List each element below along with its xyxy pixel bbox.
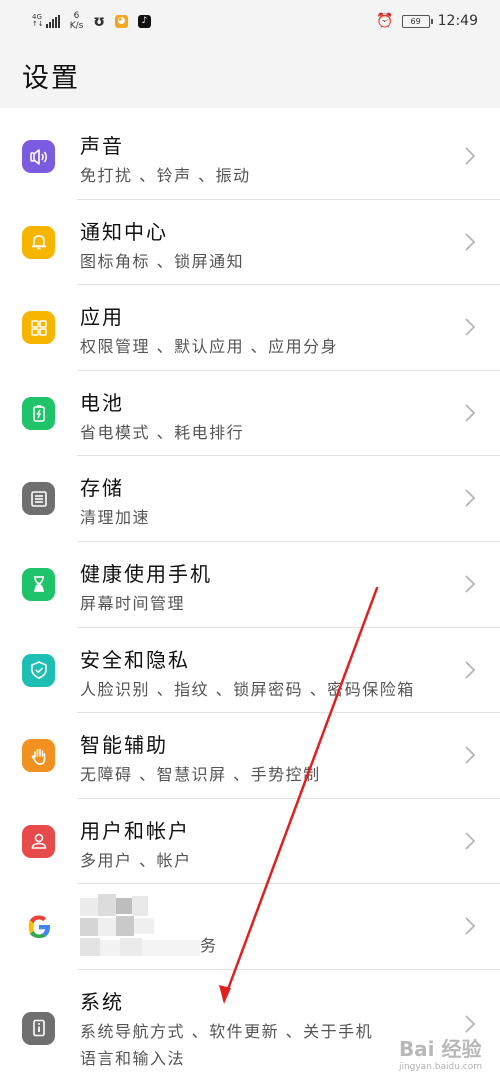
chevron-right-icon: [465, 660, 476, 679]
settings-item-subtitle: 系统导航方式 、软件更新 、关于手机: [80, 1021, 374, 1041]
chevron-right-icon: [465, 147, 476, 165]
chevron-right-icon: [465, 575, 476, 593]
settings-item-title: 安全和隐私: [80, 647, 190, 672]
clock: 12:49: [437, 13, 478, 29]
alarm-icon: ⏰: [376, 13, 394, 29]
baidu-watermark: Bai 经验 jingyan.baidu.com: [398, 1037, 482, 1072]
apps-grid-icon: [22, 311, 55, 345]
chevron-right-icon: [465, 917, 476, 935]
settings-item-title: 通知中心: [80, 219, 168, 244]
battery-icon: [22, 396, 55, 430]
chevron-right-icon: [465, 746, 476, 764]
settings-item-battery[interactable]: 电池 省电模式 、耗电排行: [0, 371, 500, 457]
hourglass-icon: [22, 567, 55, 601]
settings-item-subtitle: 多用户 、帐户: [80, 850, 192, 870]
settings-item-title: 电池: [80, 390, 124, 415]
settings-item-subtitle: 省电模式 、耗电排行: [80, 422, 245, 442]
settings-item-title: 应用: [80, 305, 124, 330]
settings-item-title: 健康使用手机: [80, 561, 212, 586]
settings-item-subtitle-line2: 语言和输入法: [80, 1048, 186, 1068]
settings-item-title: 用户和帐户: [80, 818, 190, 843]
settings-item-subtitle: 清理加速: [80, 508, 151, 528]
signal-icon: 4G ↑↓: [32, 14, 60, 28]
settings-item-subtitle: 屏幕时间管理: [80, 593, 186, 613]
settings-item-subtitle: 免打扰 、铃声 、振动: [80, 166, 251, 185]
chevron-right-icon: [465, 318, 476, 336]
page-header: 设置: [0, 42, 500, 108]
network-speed: 6 K/s: [69, 11, 84, 31]
chevron-right-icon: [465, 232, 476, 251]
app-notification-icon: ◕: [114, 14, 128, 28]
battery-indicator: 69: [401, 14, 433, 28]
settings-item-title: 系统: [80, 989, 124, 1014]
settings-item-digital-balance[interactable]: 健康使用手机 屏幕时间管理: [0, 542, 500, 628]
user-icon: [22, 824, 55, 858]
settings-item-subtitle: 人脸识别 、指纹 、锁屏密码 、密码保险箱: [80, 679, 415, 699]
settings-item-storage[interactable]: 存储 清理加速: [0, 456, 500, 542]
settings-item-subtitle: 无障碍 、智慧识屏 、手势控制: [80, 765, 321, 785]
settings-item-title: 存储: [80, 476, 124, 501]
settings-item-sound[interactable]: 声音 免打扰 、铃声 、振动: [0, 114, 500, 200]
tiktok-icon: ♪: [137, 14, 151, 28]
storage-icon: [22, 482, 55, 516]
settings-item-subtitle: 权限管理 、默认应用 、应用分身: [80, 337, 339, 357]
hand-icon: [22, 739, 55, 773]
settings-item-smart-assistance[interactable]: 智能辅助 无障碍 、智慧识屏 、手势控制: [0, 713, 500, 799]
chevron-right-icon: [465, 489, 476, 508]
sound-icon: [22, 140, 55, 173]
app-notification-icon: ʊ: [93, 12, 105, 30]
status-bar: 4G ↑↓ 6 K/s ʊ ◕ ♪ ⏰ 69 12:49: [0, 0, 500, 42]
settings-item-notifications[interactable]: 通知中心 图标角标 、锁屏通知: [0, 200, 500, 286]
settings-item-title: 声音: [80, 134, 124, 158]
settings-item-apps[interactable]: 应用 权限管理 、默认应用 、应用分身: [0, 285, 500, 371]
system-info-icon: [22, 1011, 55, 1045]
bell-icon: [22, 225, 55, 259]
settings-item-title: 智能辅助: [80, 733, 168, 758]
google-icon: [22, 910, 55, 944]
shield-icon: [22, 653, 55, 687]
chevron-right-icon: [465, 404, 476, 422]
settings-item-subtitle: 务: [200, 936, 218, 956]
settings-list: 声音 免打扰 、铃声 、振动 通知中心 图标角标 、锁屏通知 应用 权限管理 、…: [0, 114, 500, 1080]
settings-item-users-accounts[interactable]: 用户和帐户 多用户 、帐户: [0, 799, 500, 885]
settings-item-google[interactable]: 务: [0, 884, 500, 970]
settings-item-subtitle: 图标角标 、锁屏通知: [80, 251, 245, 271]
chevron-right-icon: [465, 832, 476, 850]
settings-item-security-privacy[interactable]: 安全和隐私 人脸识别 、指纹 、锁屏密码 、密码保险箱: [0, 628, 500, 714]
page-title: 设置: [22, 63, 80, 94]
